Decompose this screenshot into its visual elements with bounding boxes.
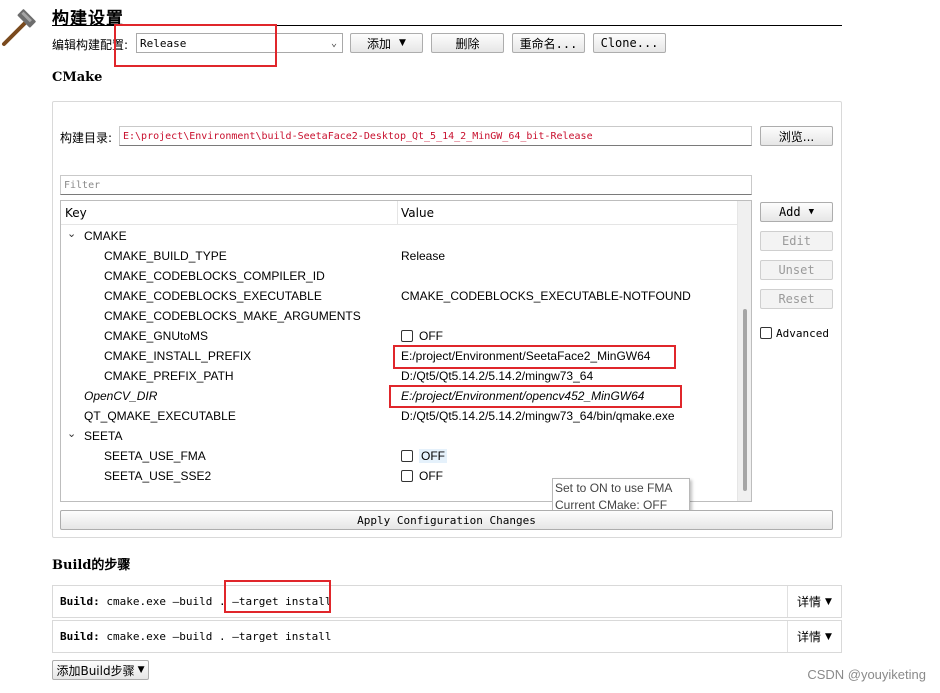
- chevron-down-icon: ⌄: [330, 37, 337, 49]
- dropdown-arrow-icon: ▼: [399, 38, 406, 48]
- column-separator: [397, 201, 398, 225]
- build-step-prefix: Build:: [60, 595, 100, 608]
- scrollbar-thumb[interactable]: [743, 309, 747, 491]
- vertical-scrollbar[interactable]: [737, 201, 751, 501]
- tooltip-line: Set to ON to use FMA: [555, 481, 673, 495]
- row-key: CMAKE_CODEBLOCKS_EXECUTABLE: [104, 289, 322, 303]
- build-dir-label: 构建目录:: [60, 131, 113, 145]
- col-key-header[interactable]: Key: [65, 206, 87, 220]
- cmake-section-title: CMake: [52, 70, 103, 85]
- row-key: CMAKE_INSTALL_PREFIX: [104, 349, 252, 363]
- rename-config-button[interactable]: 重命名...: [512, 33, 585, 53]
- row-key: SEETA_USE_FMA: [104, 449, 206, 463]
- row-key: CMAKE_CODEBLOCKS_COMPILER_ID: [104, 269, 325, 283]
- table-row[interactable]: QT_QMAKE_EXECUTABLE D:/Qt5/Qt5.14.2/5.14…: [61, 406, 737, 426]
- table-row[interactable]: CMAKE_GNUtoMS OFF: [61, 326, 737, 346]
- checkbox[interactable]: [401, 470, 413, 482]
- row-value[interactable]: D:/Qt5/Qt5.14.2/5.14.2/mingw73_64: [401, 369, 593, 383]
- add-config-button[interactable]: 添加 ▼: [350, 33, 423, 53]
- build-step[interactable]: Build: cmake.exe —build . —target instal…: [52, 585, 842, 618]
- build-step[interactable]: Build: cmake.exe —build . —target instal…: [52, 620, 842, 653]
- checkbox[interactable]: [401, 450, 413, 462]
- tooltip: Set to ON to use FMA Current CMake: OFF: [552, 478, 690, 514]
- highlight-config: [114, 24, 277, 67]
- unset-entry-button[interactable]: Unset: [760, 260, 833, 280]
- row-key: CMAKE_BUILD_TYPE: [104, 249, 227, 263]
- add-build-step-label: 添加Build步骤: [56, 663, 135, 678]
- build-dir-value: E:\project\Environment\build-SeetaFace2-…: [123, 130, 593, 142]
- add-build-step-button[interactable]: 添加Build步骤 ▼: [52, 660, 149, 680]
- build-steps-title: Build的步骤: [52, 558, 131, 573]
- col-value-header[interactable]: Value: [401, 206, 434, 220]
- row-key: CMAKE_PREFIX_PATH: [104, 369, 234, 383]
- details-label: 详情: [797, 630, 822, 644]
- advanced-checkbox[interactable]: Advanced: [760, 327, 829, 340]
- filter-placeholder: Filter: [64, 179, 101, 191]
- table-row[interactable]: CMAKE_CODEBLOCKS_MAKE_ARGUMENTS: [61, 306, 737, 326]
- row-value[interactable]: OFF: [401, 469, 443, 483]
- table-row[interactable]: SEETA_USE_FMA OFF: [61, 446, 737, 466]
- table-row[interactable]: CMAKE_CODEBLOCKS_COMPILER_ID: [61, 266, 737, 286]
- expand-chevron-icon[interactable]: ⌄: [67, 427, 76, 440]
- row-key: SEETA_USE_SSE2: [104, 469, 212, 483]
- build-step-text: Build: cmake.exe —build . —target instal…: [60, 630, 332, 643]
- row-key: OpenCV_DIR: [84, 389, 158, 403]
- details-button[interactable]: 详情 ▼: [787, 621, 841, 652]
- table-row[interactable]: ⌄ CMAKE: [61, 226, 737, 246]
- dropdown-arrow-icon: ▼: [825, 631, 832, 642]
- dropdown-arrow-icon: ▼: [808, 207, 815, 217]
- row-value[interactable]: OFF: [401, 329, 443, 343]
- table-row[interactable]: CMAKE_BUILD_TYPE Release: [61, 246, 737, 266]
- table-header: ⌃ Key Value: [61, 201, 737, 225]
- highlight-target-install: [224, 580, 331, 613]
- table-row[interactable]: CMAKE_CODEBLOCKS_EXECUTABLE CMAKE_CODEBL…: [61, 286, 737, 306]
- edit-entry-button[interactable]: Edit: [760, 231, 833, 251]
- row-value[interactable]: Release: [401, 249, 445, 263]
- checkbox[interactable]: [401, 330, 413, 342]
- checkbox[interactable]: [760, 327, 772, 339]
- details-label: 详情: [797, 595, 822, 609]
- row-key: SEETA: [84, 429, 123, 443]
- apply-config-changes-button[interactable]: Apply Configuration Changes: [60, 510, 833, 530]
- details-button[interactable]: 详情 ▼: [787, 586, 841, 617]
- sort-indicator-icon: ⌃: [225, 200, 233, 208]
- row-key: CMAKE: [84, 229, 127, 243]
- highlight-opencv-dir: [389, 385, 682, 408]
- row-value[interactable]: D:/Qt5/Qt5.14.2/5.14.2/mingw73_64/bin/qm…: [401, 409, 675, 423]
- hammer-icon: [0, 8, 40, 48]
- row-key: CMAKE_CODEBLOCKS_MAKE_ARGUMENTS: [104, 309, 361, 323]
- dropdown-arrow-icon: ▼: [825, 596, 832, 607]
- watermark: CSDN @youyiketing: [807, 667, 926, 682]
- highlight-install-prefix: [393, 345, 676, 369]
- row-value[interactable]: OFF: [401, 449, 447, 463]
- row-key: QT_QMAKE_EXECUTABLE: [84, 409, 236, 423]
- add-entry-button[interactable]: Add ▼: [760, 202, 833, 222]
- checkbox-label: OFF: [419, 469, 443, 483]
- row-key: CMAKE_GNUtoMS: [104, 329, 209, 343]
- build-dir-input[interactable]: E:\project\Environment\build-SeetaFace2-…: [119, 126, 752, 146]
- filter-input[interactable]: Filter: [60, 175, 752, 195]
- expand-chevron-icon[interactable]: ⌄: [67, 227, 76, 240]
- row-value[interactable]: CMAKE_CODEBLOCKS_EXECUTABLE-NOTFOUND: [401, 289, 691, 303]
- browse-button[interactable]: 浏览...: [760, 126, 833, 146]
- table-row[interactable]: ⌄ SEETA: [61, 426, 737, 446]
- build-step-prefix: Build:: [60, 630, 100, 643]
- checkbox-label: OFF: [419, 329, 443, 343]
- delete-config-button[interactable]: 删除: [431, 33, 504, 53]
- table-row[interactable]: CMAKE_PREFIX_PATH D:/Qt5/Qt5.14.2/5.14.2…: [61, 366, 737, 386]
- checkbox-label: OFF: [419, 449, 447, 463]
- clone-config-button[interactable]: Clone...: [593, 33, 666, 53]
- reset-entry-button[interactable]: Reset: [760, 289, 833, 309]
- build-step-command: cmake.exe —build . —target install: [106, 630, 332, 643]
- add-config-label: 添加: [367, 36, 392, 51]
- advanced-label: Advanced: [776, 327, 829, 340]
- add-entry-label: Add: [778, 205, 801, 219]
- dropdown-arrow-icon: ▼: [137, 665, 145, 675]
